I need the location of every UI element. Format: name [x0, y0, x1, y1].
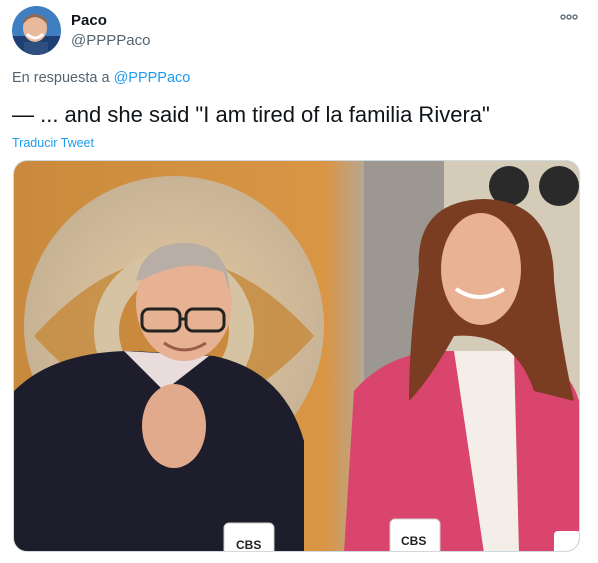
more-options-icon[interactable] [560, 12, 578, 22]
tweet-text: — ... and she said "I am tired of la fam… [12, 102, 490, 127]
author-display-name[interactable]: Paco [71, 11, 150, 31]
reply-prefix: En respuesta a [12, 70, 110, 86]
tweet-header: Paco @PPPPaco [12, 6, 150, 55]
reply-context: En respuesta a @PPPPaco [12, 70, 190, 86]
tweet-card: Paco @PPPPaco En respuesta a @PPPPaco — … [0, 0, 598, 563]
author-handle[interactable]: @PPPPaco [71, 31, 150, 51]
reply-handle-link[interactable]: @PPPPaco [114, 70, 191, 86]
mug-right-logo-text: CBS [401, 534, 426, 548]
mug-left-logo-text: CBS [236, 538, 261, 552]
translate-tweet-link[interactable]: Traducir Tweet [12, 136, 94, 150]
photo-illustration: CBS CBS [14, 161, 579, 552]
tweet-media-photo[interactable]: CBS CBS [13, 160, 580, 552]
author-names: Paco @PPPPaco [71, 11, 150, 51]
author-avatar[interactable] [12, 6, 61, 55]
